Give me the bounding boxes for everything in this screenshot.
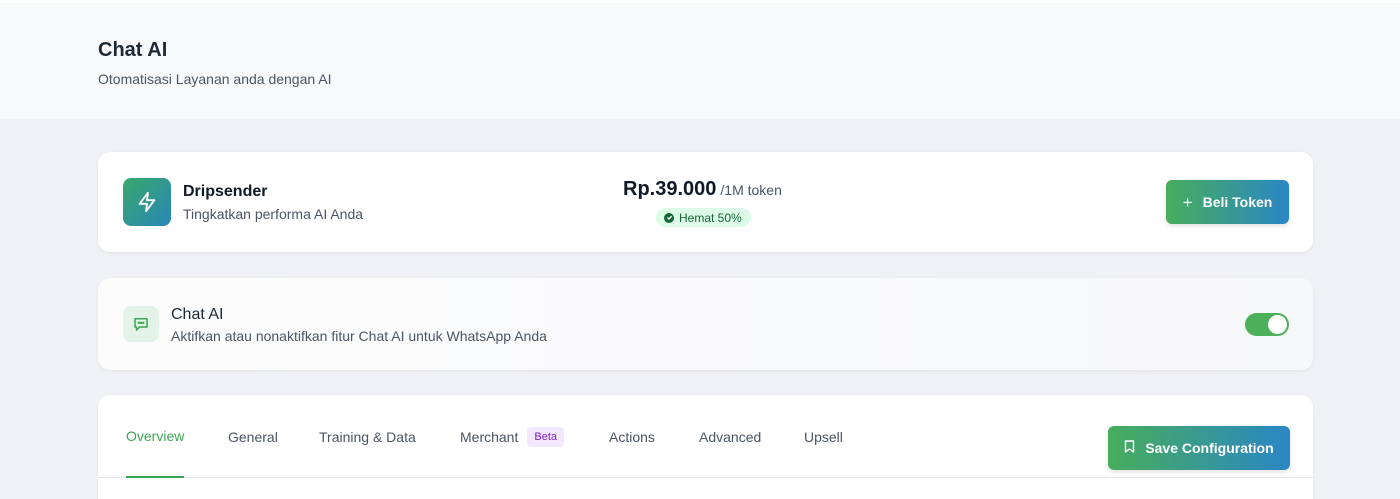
tab-actions[interactable]: Actions bbox=[609, 395, 655, 478]
price-amount: Rp.39.000 bbox=[623, 178, 717, 200]
chat-ai-toggle-card: Chat AI Aktifkan atau nonaktifkan fitur … bbox=[98, 278, 1313, 370]
chat-bubble-icon bbox=[123, 306, 159, 342]
page-header: Chat AI Otomatisasi Layanan anda dengan … bbox=[0, 0, 1400, 119]
chat-ai-title: Chat AI bbox=[171, 306, 224, 323]
chat-ai-toggle-switch[interactable] bbox=[1245, 313, 1289, 336]
chat-ai-description: Aktifkan atau nonaktifkan fitur Chat AI … bbox=[171, 328, 547, 344]
tab-label: Upsell bbox=[804, 428, 843, 445]
tab-label: Actions bbox=[609, 428, 655, 445]
tab-training-data[interactable]: Training & Data bbox=[319, 395, 416, 478]
save-configuration-label: Save Configuration bbox=[1145, 440, 1274, 456]
discount-badge-label: Hemat 50% bbox=[679, 210, 742, 225]
tab-label: Advanced bbox=[699, 428, 762, 445]
price: Rp.39.000 /1M token bbox=[623, 178, 782, 201]
tab-label: Merchant bbox=[460, 428, 519, 445]
beta-badge: Beta bbox=[527, 426, 564, 447]
lightning-icon bbox=[123, 178, 171, 226]
save-icon bbox=[1124, 440, 1135, 456]
tab-general[interactable]: General bbox=[228, 395, 278, 478]
token-promo-card: Dripsender Tingkatkan performa AI Anda R… bbox=[98, 152, 1313, 252]
discount-badge: Hemat 50% bbox=[656, 208, 751, 227]
tab-label: Training & Data bbox=[319, 428, 416, 445]
configuration-panel: Overview General Training & Data Merchan… bbox=[98, 395, 1313, 499]
tab-upsell[interactable]: Upsell bbox=[804, 395, 843, 478]
tab-merchant[interactable]: Merchant Beta bbox=[460, 395, 564, 478]
tab-overview[interactable]: Overview bbox=[126, 395, 185, 478]
promo-name: Dripsender bbox=[183, 183, 268, 200]
buy-token-button[interactable]: + Beli Token bbox=[1166, 180, 1289, 224]
save-configuration-button[interactable]: Save Configuration bbox=[1108, 426, 1290, 470]
tab-label: Overview bbox=[126, 427, 185, 444]
page-title: Chat AI bbox=[98, 39, 168, 61]
toggle-knob bbox=[1268, 315, 1287, 334]
page-subtitle: Otomatisasi Layanan anda dengan AI bbox=[98, 71, 332, 87]
tab-label: General bbox=[228, 428, 278, 445]
tab-advanced[interactable]: Advanced bbox=[699, 395, 761, 478]
plus-icon: + bbox=[1182, 192, 1193, 212]
price-unit: /1M token bbox=[720, 182, 782, 198]
check-circle-icon bbox=[664, 212, 674, 223]
buy-token-label: Beli Token bbox=[1202, 194, 1273, 210]
promo-description: Tingkatkan performa AI Anda bbox=[183, 206, 364, 222]
